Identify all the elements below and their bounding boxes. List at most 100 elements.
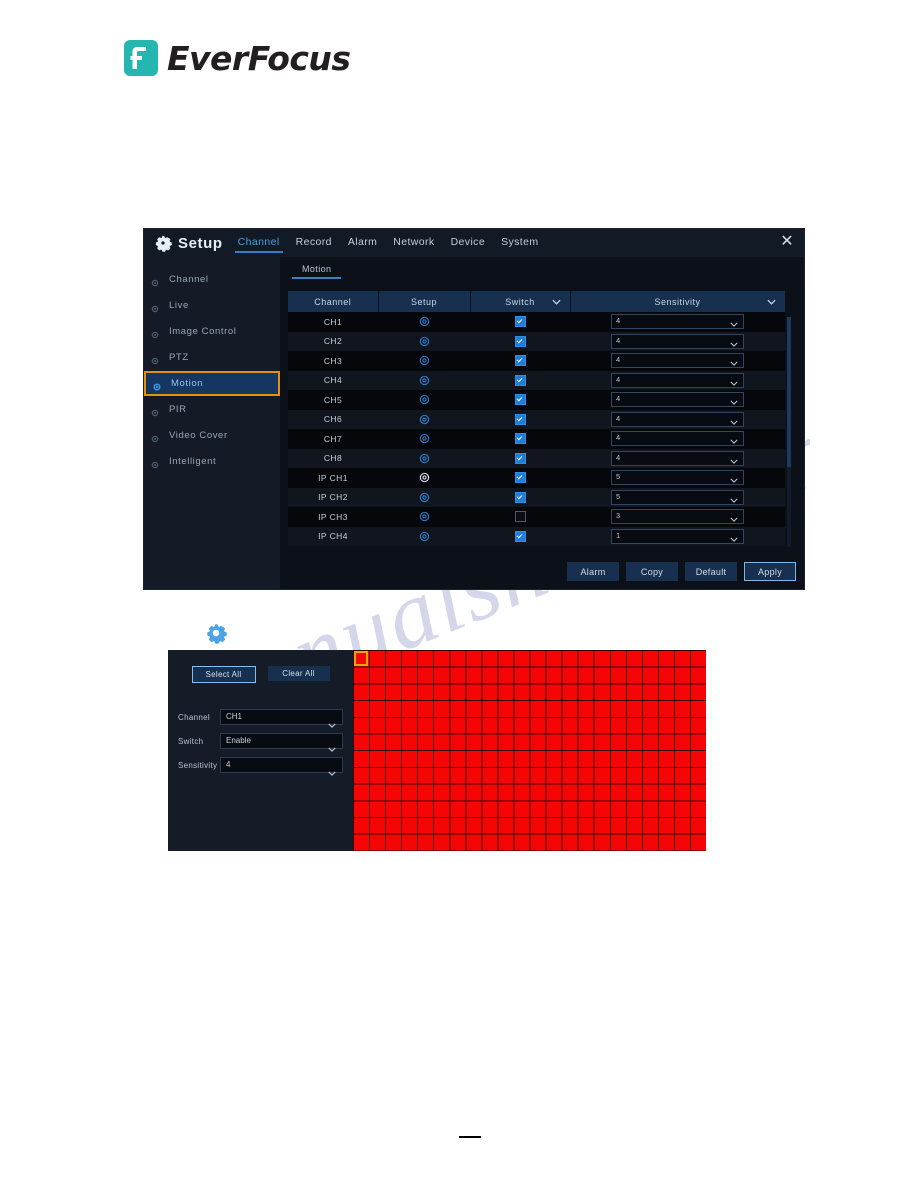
gear-icon[interactable] bbox=[419, 375, 430, 386]
gear-icon[interactable] bbox=[419, 492, 430, 503]
gear-icon[interactable] bbox=[419, 531, 430, 542]
cell-setup[interactable] bbox=[378, 507, 470, 527]
table-row[interactable]: IP CH2 5 bbox=[288, 487, 785, 507]
cell-sensitivity[interactable]: 4 bbox=[570, 331, 785, 351]
tab-system[interactable]: System bbox=[500, 233, 539, 253]
cell-sensitivity[interactable]: 4 bbox=[570, 351, 785, 371]
chevron-down-icon[interactable] bbox=[730, 319, 738, 328]
alarm-button[interactable]: Alarm bbox=[567, 562, 619, 581]
chevron-down-icon[interactable] bbox=[551, 297, 561, 305]
checkbox-checked-icon[interactable] bbox=[514, 394, 526, 406]
cell-sensitivity[interactable]: 4 bbox=[570, 409, 785, 429]
chevron-down-icon[interactable] bbox=[328, 763, 336, 776]
cell-setup[interactable] bbox=[378, 351, 470, 371]
table-row[interactable]: IP CH1 5 bbox=[288, 468, 785, 488]
checkbox-unchecked-icon[interactable] bbox=[514, 511, 526, 523]
gear-icon[interactable] bbox=[419, 433, 430, 444]
chevron-down-icon[interactable] bbox=[730, 534, 738, 542]
col-switch[interactable]: Switch bbox=[470, 291, 571, 312]
cell-sensitivity[interactable]: 5 bbox=[570, 468, 785, 488]
sidebar-item-live[interactable]: Live bbox=[144, 293, 280, 318]
cell-switch[interactable] bbox=[470, 507, 570, 527]
checkbox-checked-icon[interactable] bbox=[514, 530, 526, 542]
table-row[interactable]: CH3 4 bbox=[288, 351, 785, 371]
cell-sensitivity[interactable]: 4 bbox=[570, 312, 785, 332]
chevron-down-icon[interactable] bbox=[730, 397, 738, 406]
chevron-down-icon[interactable] bbox=[730, 456, 738, 464]
tab-channel[interactable]: Channel bbox=[234, 233, 283, 253]
checkbox-checked-icon[interactable] bbox=[514, 335, 526, 347]
gear-icon[interactable] bbox=[419, 355, 430, 366]
checkbox-checked-icon[interactable] bbox=[514, 374, 526, 386]
scrollbar-thumb[interactable] bbox=[787, 317, 791, 467]
table-row[interactable]: CH2 4 bbox=[288, 331, 785, 351]
chevron-down-icon[interactable] bbox=[328, 739, 336, 752]
gear-icon[interactable] bbox=[419, 453, 430, 464]
copy-button[interactable]: Copy bbox=[626, 562, 678, 581]
chevron-down-icon[interactable] bbox=[730, 358, 738, 367]
checkbox-checked-icon[interactable] bbox=[514, 413, 526, 425]
table-row[interactable]: CH4 4 bbox=[288, 370, 785, 390]
sidebar-item-intelligent[interactable]: Intelligent bbox=[144, 449, 280, 474]
channel-select[interactable]: CH1 bbox=[220, 709, 343, 728]
sidebar-item-channel[interactable]: Channel bbox=[144, 267, 280, 292]
chevron-down-icon[interactable] bbox=[730, 475, 738, 484]
cell-setup[interactable] bbox=[378, 370, 470, 390]
table-row[interactable]: IP CH3 3 bbox=[288, 507, 785, 527]
cell-switch[interactable] bbox=[470, 331, 570, 351]
checkbox-checked-icon[interactable] bbox=[514, 316, 526, 328]
cell-setup[interactable] bbox=[378, 448, 470, 468]
close-icon[interactable]: ✕ bbox=[779, 234, 795, 250]
motion-detection-grid[interactable] bbox=[353, 650, 706, 851]
table-row[interactable]: CH8 4 bbox=[288, 448, 785, 468]
cell-setup[interactable] bbox=[378, 409, 470, 429]
tab-record[interactable]: Record bbox=[295, 233, 333, 253]
checkbox-checked-icon[interactable] bbox=[514, 355, 526, 367]
chevron-down-icon[interactable] bbox=[766, 297, 776, 305]
cell-setup[interactable] bbox=[378, 468, 470, 488]
select-all-button[interactable]: Select All bbox=[191, 666, 256, 683]
switch-select[interactable]: Enable bbox=[220, 733, 343, 752]
table-row[interactable]: IP CH4 1 bbox=[288, 526, 785, 546]
cell-switch[interactable] bbox=[470, 312, 570, 332]
gear-icon[interactable] bbox=[419, 511, 430, 522]
cell-switch[interactable] bbox=[470, 468, 570, 488]
cell-sensitivity[interactable]: 4 bbox=[570, 370, 785, 390]
sidebar-item-ptz[interactable]: PTZ bbox=[144, 345, 280, 370]
cell-sensitivity[interactable]: 1 bbox=[570, 526, 785, 546]
checkbox-checked-icon[interactable] bbox=[514, 433, 526, 445]
gear-icon[interactable] bbox=[419, 316, 430, 327]
chevron-down-icon[interactable] bbox=[730, 436, 738, 445]
gear-icon[interactable] bbox=[419, 394, 430, 405]
cell-switch[interactable] bbox=[470, 448, 570, 468]
chevron-down-icon[interactable] bbox=[730, 339, 738, 347]
chevron-down-icon[interactable] bbox=[730, 495, 738, 503]
clear-all-button[interactable]: Clear All bbox=[267, 666, 330, 681]
col-sensitivity[interactable]: Sensitivity bbox=[570, 291, 786, 312]
checkbox-checked-icon[interactable] bbox=[514, 452, 526, 464]
cell-sensitivity[interactable]: 3 bbox=[570, 507, 785, 527]
cell-switch[interactable] bbox=[470, 409, 570, 429]
gear-icon[interactable] bbox=[419, 414, 430, 425]
cell-setup[interactable] bbox=[378, 526, 470, 546]
sensitivity-select[interactable]: 4 bbox=[220, 757, 343, 776]
sidebar-item-image-control[interactable]: Image Control bbox=[144, 319, 280, 344]
chevron-down-icon[interactable] bbox=[730, 514, 738, 523]
cell-sensitivity[interactable]: 4 bbox=[570, 390, 785, 410]
cell-setup[interactable] bbox=[378, 390, 470, 410]
tab-device[interactable]: Device bbox=[450, 233, 487, 253]
sidebar-item-pir[interactable]: PIR bbox=[144, 397, 280, 422]
grid-cursor-cell[interactable] bbox=[354, 651, 368, 666]
chevron-down-icon[interactable] bbox=[328, 715, 336, 728]
cell-sensitivity[interactable]: 4 bbox=[570, 429, 785, 449]
table-row[interactable]: CH6 4 bbox=[288, 409, 785, 429]
cell-switch[interactable] bbox=[470, 487, 570, 507]
cell-switch[interactable] bbox=[470, 370, 570, 390]
apply-button[interactable]: Apply bbox=[744, 562, 796, 581]
cell-sensitivity[interactable]: 5 bbox=[570, 487, 785, 507]
cell-switch[interactable] bbox=[470, 390, 570, 410]
cell-switch[interactable] bbox=[470, 351, 570, 371]
sidebar-item-motion[interactable]: Motion bbox=[144, 371, 280, 396]
cell-setup[interactable] bbox=[378, 312, 470, 332]
cell-setup[interactable] bbox=[378, 487, 470, 507]
